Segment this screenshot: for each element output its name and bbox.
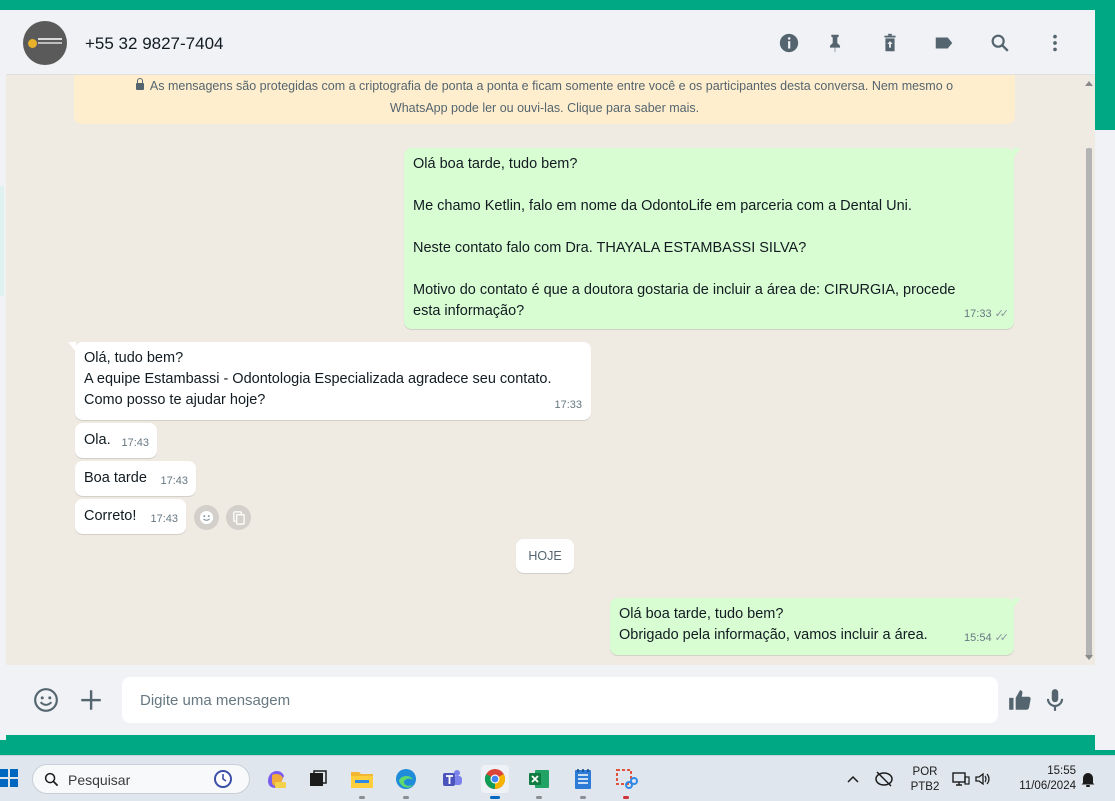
keyboard-layout: PTB2 (910, 781, 940, 793)
copy-icon (233, 511, 245, 525)
snipping-tool-icon[interactable] (612, 765, 640, 793)
scrollbar-thumb[interactable] (1086, 148, 1092, 658)
notification-bell-icon[interactable] (1078, 765, 1098, 793)
message-text: Motivo do contato é que a doutora gostar… (413, 282, 956, 298)
contact-name[interactable]: +55 32 9827-7404 (85, 34, 224, 54)
read-ticks-icon: ✓✓ (994, 632, 1010, 644)
message-incoming[interactable]: Ola. 17:43 (75, 423, 157, 458)
copy-button[interactable] (226, 505, 251, 530)
message-composer (6, 665, 1095, 735)
running-indicator (403, 796, 409, 799)
message-time: 17:33 (554, 399, 582, 411)
menu-icon[interactable] (1043, 31, 1067, 55)
search-icon (44, 772, 59, 787)
message-text: Como posso te ajudar hoje? (84, 392, 266, 408)
encryption-notice[interactable]: As mensagens são protegidas com a cripto… (74, 75, 1015, 124)
windows-start-icon[interactable] (0, 769, 18, 787)
lock-icon (135, 78, 144, 90)
chrome-icon[interactable] (481, 765, 509, 793)
running-indicator (359, 796, 365, 799)
message-incoming[interactable]: Olá, tudo bem? A equipe Estambassi - Odo… (75, 342, 591, 420)
thumbs-up-icon[interactable] (1006, 686, 1034, 714)
sidebar-edge-highlight (0, 186, 4, 296)
attach-plus-icon[interactable] (77, 686, 105, 714)
label-icon[interactable] (932, 31, 956, 55)
language-code: POR (912, 766, 938, 778)
encryption-notice-line2: WhatsApp pode ler ou ouvi-las. Clique pa… (389, 101, 700, 115)
search-icon[interactable] (988, 31, 1012, 55)
message-text: Olá boa tarde, tudo bem? (619, 606, 784, 622)
taskbar-search-label: Pesquisar (68, 772, 131, 788)
running-indicator (536, 796, 542, 799)
network-off-icon[interactable] (872, 765, 896, 793)
excel-icon[interactable] (525, 765, 553, 793)
active-indicator (490, 796, 500, 799)
taskbar-search[interactable]: Pesquisar (32, 764, 250, 794)
message-list[interactable]: As mensagens são protegidas com a cripto… (6, 75, 1095, 665)
chevron-up-icon[interactable] (844, 765, 862, 793)
display-icon[interactable] (950, 765, 972, 793)
message-time: 17:33 ✓✓ (964, 304, 1010, 325)
avatar-logo-mark (28, 39, 37, 48)
edge-icon[interactable] (392, 765, 420, 793)
bubble-tail (1013, 148, 1021, 158)
message-outgoing[interactable]: Olá boa tarde, tudo bem? Obrigado pela i… (610, 598, 1014, 655)
running-indicator (580, 796, 586, 799)
message-text: Ola. (84, 432, 111, 448)
message-text: Me chamo Ketlin, falo em nome da OdontoL… (413, 198, 912, 214)
message-incoming[interactable]: Correto! 17:43 (75, 499, 186, 534)
read-ticks-icon: ✓✓ (994, 308, 1010, 320)
system-clock[interactable]: 15:55 11/06/2024 (1006, 764, 1076, 794)
emoji-icon[interactable] (32, 686, 60, 714)
notepad-icon[interactable] (569, 765, 597, 793)
chat-window: +55 32 9827-7404 As mensagens são proteg… (6, 10, 1095, 735)
message-text: Obrigado pela informação, vamos incluir … (619, 627, 928, 643)
os-taskbar: Pesquisar POR PTB2 15:55 11/06/2024 (0, 755, 1115, 801)
info-icon[interactable] (777, 31, 801, 55)
message-text: Boa tarde (84, 470, 147, 486)
scroll-up-arrow[interactable] (1085, 81, 1093, 86)
message-text: A equipe Estambassi - Odontologia Especi… (84, 371, 552, 387)
chat-header: +55 32 9827-7404 (6, 10, 1095, 75)
message-time: 17:43 (150, 513, 178, 525)
message-text: Olá boa tarde, tudo bem? (413, 156, 578, 172)
message-incoming[interactable]: Boa tarde 17:43 (75, 461, 196, 496)
message-text: Correto! (84, 508, 137, 524)
date-divider: HOJE (516, 539, 574, 573)
file-explorer-icon[interactable] (348, 765, 376, 793)
avatar-logo-text (38, 38, 62, 40)
microphone-icon[interactable] (1041, 686, 1069, 714)
copilot-icon[interactable] (262, 765, 290, 793)
clock-date: 11/06/2024 (1019, 780, 1076, 792)
delete-icon[interactable] (878, 31, 902, 55)
contact-avatar[interactable] (23, 21, 67, 65)
message-time: 17:43 (121, 437, 149, 449)
running-indicator (623, 796, 629, 799)
clock-time: 15:55 (1047, 765, 1076, 777)
message-outgoing[interactable]: Olá boa tarde, tudo bem? Me chamo Ketlin… (404, 148, 1014, 329)
message-text: esta informação? (413, 303, 525, 319)
scroll-down-arrow[interactable] (1085, 655, 1093, 660)
chat-scrollbar[interactable] (1084, 83, 1092, 663)
message-time: 15:54 ✓✓ (964, 628, 1010, 649)
message-text: Neste contato falo com Dra. THAYALA ESTA… (413, 240, 807, 256)
message-time: 17:43 (160, 475, 188, 487)
smiley-icon (199, 510, 214, 525)
clock-widget-icon (214, 770, 232, 788)
pin-icon[interactable] (823, 31, 847, 55)
background-panel (1095, 130, 1115, 750)
teams-icon[interactable] (438, 765, 466, 793)
react-emoji-button[interactable] (194, 505, 219, 530)
volume-icon[interactable] (972, 765, 994, 793)
message-text: Olá, tudo bem? (84, 350, 184, 366)
app-accent-strip (1095, 0, 1115, 130)
bubble-tail (1013, 598, 1021, 608)
encryption-notice-line1: As mensagens são protegidas com a cripto… (149, 79, 954, 93)
message-input[interactable] (122, 677, 998, 723)
task-view-icon[interactable] (304, 765, 332, 793)
language-indicator[interactable]: POR PTB2 (908, 765, 942, 795)
